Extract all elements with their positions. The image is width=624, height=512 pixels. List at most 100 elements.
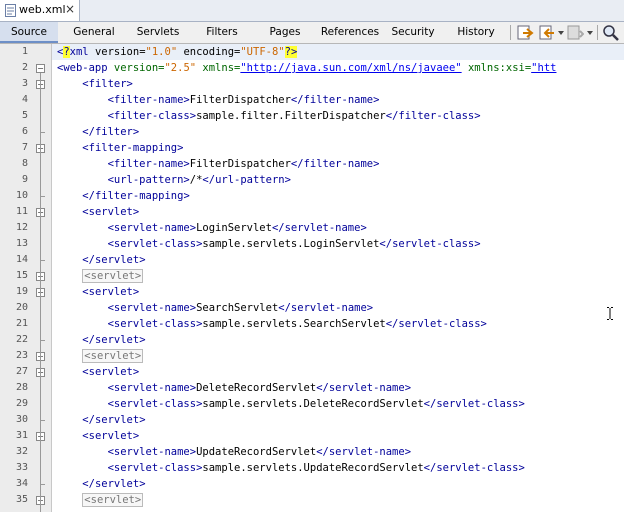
code-token: "UTF-8" [240,46,285,58]
code-token: </url-pattern> [202,174,291,186]
tab-history[interactable]: History [448,22,504,43]
code-line: <servlet-class>sample.servlets.LoginServ… [57,236,481,252]
tab-general[interactable]: General [62,22,126,43]
line-number: 11 [15,206,28,217]
code-token: </servlet-class> [379,238,481,250]
code-line: </filter> [57,124,139,140]
code-token: </servlet> [82,414,146,426]
find-icon[interactable] [602,24,620,41]
code-token: </servlet> [82,334,146,346]
line-number: 2 [21,62,28,73]
line-number: 5 [21,110,28,121]
code-token: FilterDispatcher [189,94,291,106]
xml-file-icon [5,4,16,17]
tab-servlets[interactable]: Servlets [128,22,188,43]
code-token: ?> [284,46,298,58]
code-token: <url-pattern> [107,174,190,186]
tab-references[interactable]: References [318,22,382,43]
file-tab-web-xml[interactable]: web.xml × [0,0,80,21]
code-token: <servlet-name> [107,446,197,458]
line-number: 14 [15,254,28,265]
code-token: </filter> [82,126,140,138]
line-number: 31 [15,430,28,441]
chevron-down-icon[interactable] [557,24,565,41]
code-token: </servlet-class> [423,398,525,410]
back-icon[interactable] [516,24,534,41]
editor-tab-strip: web.xml × [0,0,624,22]
tab-source[interactable]: Source [0,22,58,43]
code-token: </servlet-class> [423,462,525,474]
tab-filters[interactable]: Filters [192,22,252,43]
code-line: <filter> [57,76,133,92]
code-token: xml [69,46,89,58]
code-line: </filter-mapping> [57,188,190,204]
collapse-icon[interactable]: − [36,64,45,73]
code-editor[interactable]: <?xml version="1.0" encoding="UTF-8"?> <w… [52,44,624,512]
folded-block[interactable]: <servlet> [82,493,144,507]
forward-icon[interactable] [538,24,556,41]
line-number: 3 [21,78,28,89]
line-number: 13 [15,238,28,249]
folded-block[interactable]: <servlet> [82,349,144,363]
close-icon[interactable]: × [65,2,75,16]
tab-pages[interactable]: Pages [256,22,314,43]
code-token: <servlet-class> [107,398,203,410]
code-token: <servlet-name> [107,222,197,234]
line-number: 8 [21,158,28,169]
code-line: <servlet> [57,492,144,508]
code-token: </servlet> [82,254,146,266]
code-line: <servlet-class>sample.servlets.DeleteRec… [57,396,525,412]
code-token: version= [88,46,146,58]
line-number: 34 [15,478,28,489]
code-line: <filter-name>FilterDispatcher</filter-na… [57,92,380,108]
code-token: FilterDispatcher [189,158,291,170]
line-number: 23 [15,350,28,361]
code-line: <servlet-name>LoginServlet</servlet-name… [57,220,367,236]
code-token: sample.servlets.SearchServlet [202,318,386,330]
code-token: </filter-class> [385,110,481,122]
line-number: 28 [15,382,28,393]
folded-block[interactable]: <servlet> [82,269,144,283]
code-line: <filter-name>FilterDispatcher</filter-na… [57,156,380,172]
code-token: sample.servlets.DeleteRecordServlet [202,398,424,410]
code-token: </servlet-name> [316,446,412,458]
code-token: <web-app [57,62,108,74]
code-token: "1.0" [145,46,178,58]
chevron-down-icon[interactable] [586,24,594,41]
toolbar-separator [510,25,511,40]
code-token: "2.5" [164,62,197,74]
line-number: 27 [15,366,28,377]
tab-security[interactable]: Security [386,22,440,43]
dropdown-icon[interactable] [566,24,584,41]
code-line: <web-app version="2.5" xmlns="http://jav… [57,60,556,76]
code-token: <filter-mapping> [82,142,184,154]
code-token: </filter-name> [290,94,380,106]
code-line: <servlet-name>SearchServlet</servlet-nam… [57,300,374,316]
code-token: </servlet> [82,478,146,490]
line-number: 21 [15,318,28,329]
code-token: /* [189,174,203,186]
code-token: xmlns:xsi= [461,62,532,74]
code-line: <servlet> [57,348,144,364]
line-number: 12 [15,222,28,233]
code-token: sample.servlets.LoginServlet [202,238,380,250]
code-token: xmlns= [196,62,241,74]
line-number: 20 [15,302,28,313]
code-token: </filter-mapping> [82,190,190,202]
code-line: </servlet> [57,252,146,268]
code-token: DeleteRecordServlet [196,382,317,394]
code-line: <filter-mapping> [57,140,183,156]
code-line: <servlet> [57,428,139,444]
